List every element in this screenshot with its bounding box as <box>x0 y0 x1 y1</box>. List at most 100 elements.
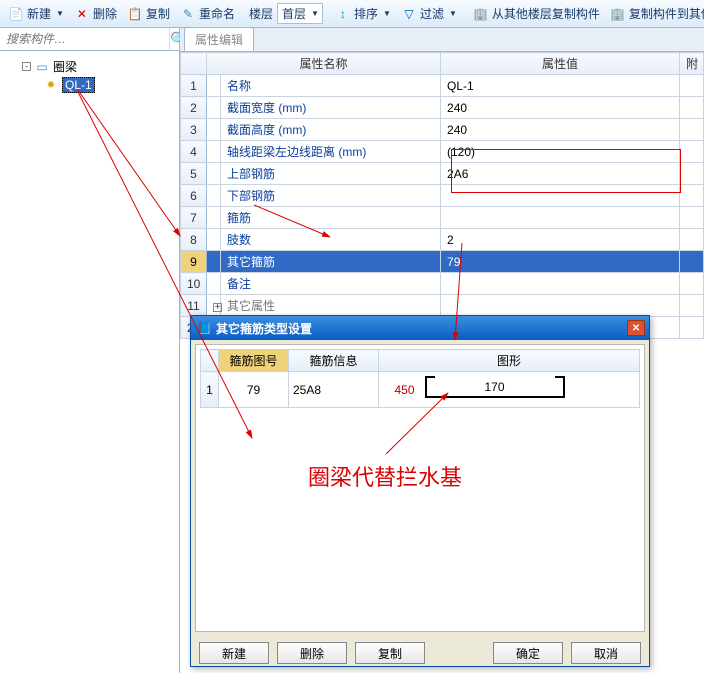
tree: - ▭ 圈梁 ✹ QL-1 <box>0 51 179 100</box>
dlg-copy-button[interactable]: 复制 <box>355 642 425 664</box>
cell-extra[interactable] <box>680 251 704 273</box>
dlg-delete-button[interactable]: 删除 <box>277 642 347 664</box>
tab-row: 属性编辑 <box>180 28 704 52</box>
cell-expander[interactable]: + <box>207 295 221 317</box>
delete-label: 删除 <box>93 5 117 22</box>
dlg-ok-button[interactable]: 确定 <box>493 642 563 664</box>
cell-expander <box>207 141 221 163</box>
dropdown-icon: ▼ <box>311 9 319 18</box>
copy-label: 复制 <box>146 5 170 22</box>
table-row[interactable]: 1名称QL-1 <box>181 75 704 97</box>
tree-root[interactable]: - ▭ 圈梁 <box>4 57 175 76</box>
cell-value[interactable] <box>441 207 680 229</box>
cell-name: 截面宽度 (mm) <box>221 97 441 119</box>
copy-button[interactable]: 📋复制 <box>123 3 174 24</box>
dlg-cancel-button[interactable]: 取消 <box>571 642 641 664</box>
cell-extra[interactable] <box>680 317 704 339</box>
cell-expander <box>207 229 221 251</box>
copy-from-label: 从其他楼层复制构件 <box>492 5 600 22</box>
cell-value[interactable]: 2 <box>441 229 680 251</box>
search-input[interactable] <box>0 28 169 50</box>
filter-button[interactable]: ▽过滤▼ <box>397 3 461 24</box>
cell-value[interactable] <box>441 273 680 295</box>
cell-extra[interactable] <box>680 207 704 229</box>
cell-expander <box>207 251 221 273</box>
cell-rownum: 10 <box>181 273 207 295</box>
cell-value[interactable]: (120) <box>441 141 680 163</box>
cell-extra[interactable] <box>680 229 704 251</box>
cell-extra[interactable] <box>680 295 704 317</box>
cell-shape[interactable]: 170 <box>415 372 640 408</box>
dlg-new-button[interactable]: 新建 <box>199 642 269 664</box>
cell-extra[interactable] <box>680 97 704 119</box>
searchbar: 🔍 <box>0 28 179 51</box>
toolbar: 📄新建▼ ✕删除 📋复制 ✎重命名 楼层 首层▼ ↕排序▼ ▽过滤▼ 🏢从其他楼… <box>0 0 704 28</box>
new-button[interactable]: 📄新建▼ <box>4 3 68 24</box>
dialog-body: 箍筋图号 箍筋信息 图形 1 79 25A8 450 170 <box>195 344 645 632</box>
table-row[interactable]: 9其它箍筋79 <box>181 251 704 273</box>
table-row[interactable]: 7 箍筋 <box>181 207 704 229</box>
stirrup-shape-icon: 170 <box>425 378 565 398</box>
table-row[interactable]: 3截面高度 (mm)240 <box>181 119 704 141</box>
cell-name: 箍筋 <box>221 207 441 229</box>
delete-button[interactable]: ✕删除 <box>70 3 121 24</box>
table-row[interactable]: 2截面宽度 (mm)240 <box>181 97 704 119</box>
cell-extra[interactable] <box>680 141 704 163</box>
cell-code[interactable]: 79 <box>219 372 289 408</box>
dialog-title: 其它箍筋类型设置 <box>216 320 312 337</box>
col-info[interactable]: 箍筋信息 <box>289 350 379 372</box>
col-rownum <box>181 53 207 75</box>
table-row[interactable]: 8 肢数2 <box>181 229 704 251</box>
cell-value[interactable] <box>441 185 680 207</box>
cell-value[interactable]: 240 <box>441 119 680 141</box>
col-name[interactable]: 属性名称 <box>207 53 441 75</box>
copy-from-button[interactable]: 🏢从其他楼层复制构件 <box>469 3 604 24</box>
cell-rownum: 7 <box>181 207 207 229</box>
table-row[interactable]: 5上部钢筋2A6 <box>181 163 704 185</box>
copy-to-button[interactable]: 🏢复制构件到其他楼 <box>606 3 704 24</box>
collapse-icon[interactable]: - <box>22 62 31 71</box>
table-row[interactable]: 1 79 25A8 450 170 <box>201 372 640 408</box>
cell-extra[interactable] <box>680 163 704 185</box>
col-shape[interactable]: 图形 <box>379 350 640 372</box>
table-row[interactable]: 6下部钢筋 <box>181 185 704 207</box>
col-code[interactable]: 箍筋图号 <box>219 350 289 372</box>
cell-dim-left[interactable]: 450 <box>379 372 415 408</box>
col-extra[interactable]: 附 <box>680 53 704 75</box>
tree-item[interactable]: ✹ QL-1 <box>4 76 175 94</box>
expand-icon[interactable]: + <box>213 303 222 312</box>
new-label: 新建 <box>27 5 51 22</box>
cell-rownum: 4 <box>181 141 207 163</box>
dialog-titlebar[interactable]: 📘其它箍筋类型设置 ✕ <box>191 316 649 340</box>
cell-value[interactable]: 240 <box>441 97 680 119</box>
cell-value[interactable]: QL-1 <box>441 75 680 97</box>
tab-property-edit[interactable]: 属性编辑 <box>184 28 254 51</box>
left-panel: 🔍 - ▭ 圈梁 ✹ QL-1 <box>0 28 180 673</box>
rename-button[interactable]: ✎重命名 <box>176 3 239 24</box>
cell-expander <box>207 185 221 207</box>
cell-value[interactable]: 79 <box>441 251 680 273</box>
delete-icon: ✕ <box>74 6 90 22</box>
cell-extra[interactable] <box>680 273 704 295</box>
col-value[interactable]: 属性值 <box>441 53 680 75</box>
cell-expander <box>207 97 221 119</box>
close-icon: ✕ <box>632 323 640 334</box>
cell-extra[interactable] <box>680 75 704 97</box>
cell-name: 其它属性 <box>221 295 441 317</box>
close-button[interactable]: ✕ <box>627 320 645 336</box>
cell-rownum: 5 <box>181 163 207 185</box>
sort-button[interactable]: ↕排序▼ <box>331 3 395 24</box>
table-row[interactable]: 11+其它属性 <box>181 295 704 317</box>
copy-icon: 📋 <box>127 6 143 22</box>
table-row[interactable]: 4轴线距梁左边线距离 (mm)(120) <box>181 141 704 163</box>
cell-name: 备注 <box>221 273 441 295</box>
cell-rownum: 8 <box>181 229 207 251</box>
cell-extra[interactable] <box>680 119 704 141</box>
cell-value[interactable] <box>441 295 680 317</box>
table-row[interactable]: 10 备注 <box>181 273 704 295</box>
cell-value[interactable]: 2A6 <box>441 163 680 185</box>
cell-extra[interactable] <box>680 185 704 207</box>
floor-select[interactable]: 首层▼ <box>277 3 323 24</box>
cell-name: 肢数 <box>221 229 441 251</box>
cell-info[interactable]: 25A8 <box>289 372 379 408</box>
